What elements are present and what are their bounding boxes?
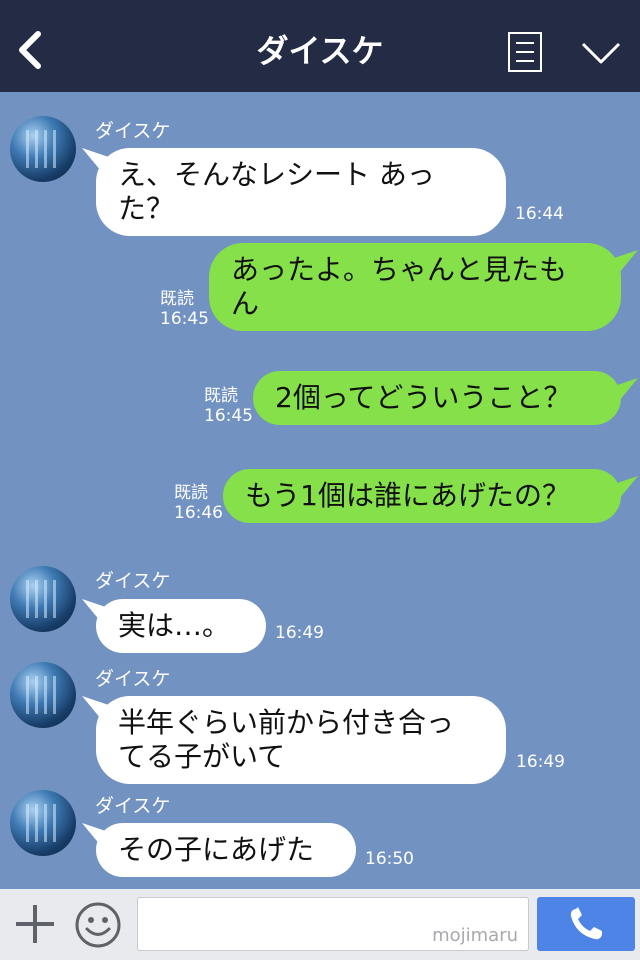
smile-icon[interactable] <box>74 901 122 949</box>
message-time: 16:49 <box>275 623 324 643</box>
sender-name: ダイスケ <box>95 120 171 142</box>
chevron-down-icon[interactable] <box>580 40 622 66</box>
message-bubble[interactable]: 半年ぐらい前から付き合っ てる子がいて <box>96 696 506 784</box>
message-bubble[interactable]: 実は…。 <box>96 599 266 653</box>
avatar[interactable] <box>10 566 76 632</box>
read-receipt: 既読 16:45 <box>204 386 253 426</box>
sender-name: ダイスケ <box>95 668 171 690</box>
message-time: 16:44 <box>515 204 564 224</box>
message-bubble[interactable]: 2個ってどういうこと？ <box>253 371 621 425</box>
plus-icon[interactable] <box>14 903 56 945</box>
read-receipt: 既読 16:46 <box>174 483 223 523</box>
phone-icon <box>570 907 602 940</box>
sender-name: ダイスケ <box>95 570 171 592</box>
note-icon[interactable] <box>508 32 542 72</box>
avatar[interactable] <box>10 116 76 182</box>
message-bubble[interactable]: え、そんなレシート あった？ <box>96 148 506 236</box>
watermark: mojimaru <box>432 925 518 946</box>
message-bubble[interactable]: その子にあげた <box>96 823 356 877</box>
read-receipt: 既読 16:45 <box>160 289 209 329</box>
message-time: 16:50 <box>365 849 414 869</box>
avatar[interactable] <box>10 790 76 856</box>
chat-header: ダイスケ <box>0 0 640 92</box>
message-time: 16:49 <box>516 752 565 772</box>
sender-name: ダイスケ <box>95 795 171 817</box>
call-button[interactable] <box>537 897 635 951</box>
chat-area[interactable]: ダイスケ え、そんなレシート あった？ 16:44 既読 16:45 あったよ。ち… <box>0 92 640 889</box>
message-bubble[interactable]: もう1個は誰にあげたの？ <box>223 469 621 523</box>
message-input[interactable]: mojimaru <box>137 897 529 951</box>
avatar[interactable] <box>10 662 76 728</box>
chat-title: ダイスケ <box>256 32 384 70</box>
message-bubble[interactable]: あったよ。ちゃんと見たも ん <box>209 243 621 331</box>
